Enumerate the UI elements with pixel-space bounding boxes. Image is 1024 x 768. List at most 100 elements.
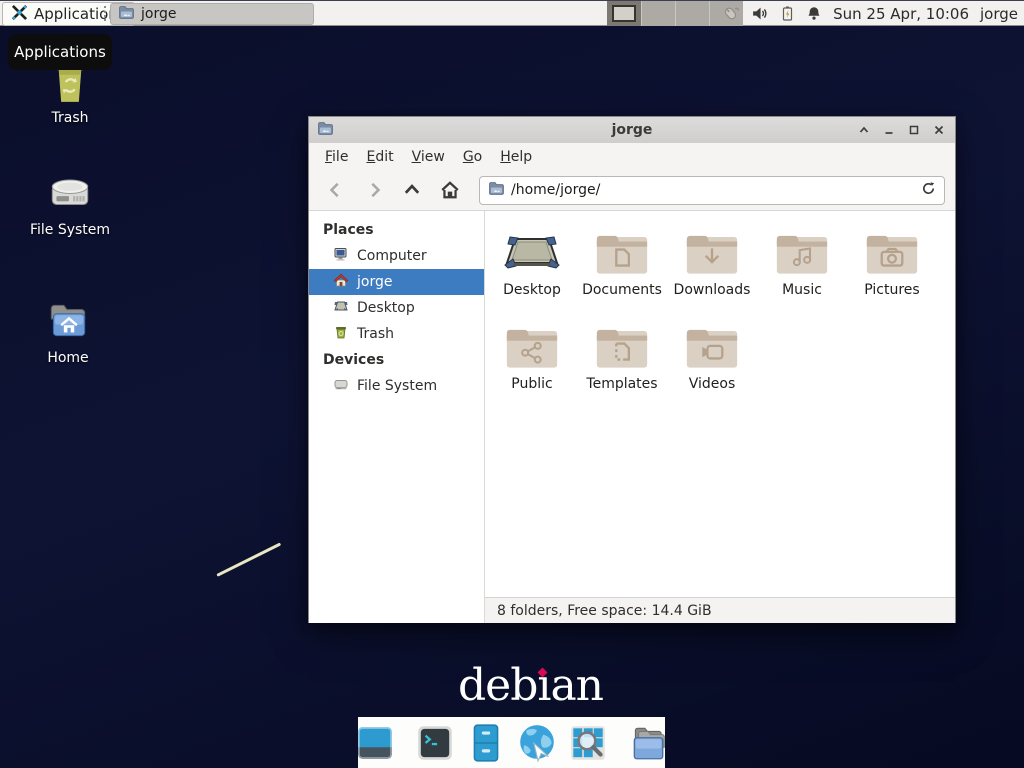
sidebar-item-file-system[interactable]: File System <box>309 373 484 399</box>
sidebar-item-desktop[interactable]: Desktop <box>309 295 484 321</box>
close-button[interactable] <box>931 122 947 138</box>
places-header: Places <box>309 217 484 243</box>
sidebar-item-trash[interactable]: Trash <box>309 321 484 347</box>
debian-wordmark: debıan <box>458 660 603 711</box>
xfce-menu-icon <box>11 4 28 25</box>
desktop-icon-home[interactable]: Home <box>13 296 123 366</box>
desktop-icon-file-system[interactable]: File System <box>15 168 125 238</box>
web-browser-icon[interactable] <box>516 722 558 764</box>
sidebar-item-jorge[interactable]: jorge <box>309 269 484 295</box>
menu-help[interactable]: Help <box>491 146 541 168</box>
folder-item-templates[interactable]: Templates <box>577 323 667 417</box>
wallpaper-line-artifact <box>216 542 281 576</box>
file-manager-window: jorge File Edit View Go Help <box>308 116 956 623</box>
menu-file[interactable]: File <box>316 146 357 168</box>
volume-icon[interactable] <box>751 5 768 22</box>
public-folder-icon <box>487 323 577 371</box>
file-manager-icon[interactable] <box>627 722 669 764</box>
folder-label: Videos <box>667 376 757 392</box>
sidebar-item-computer[interactable]: Computer <box>309 243 484 269</box>
folder-label: Documents <box>577 282 667 298</box>
back-button[interactable] <box>319 175 353 205</box>
devices-header: Devices <box>309 347 484 373</box>
pictures-folder-icon <box>847 229 937 277</box>
menubar: File Edit View Go Help <box>309 143 955 170</box>
forward-button[interactable] <box>357 175 391 205</box>
desktop: Applications jorge <box>0 0 1024 768</box>
sidebar-item-label: File System <box>357 378 437 394</box>
folder-item-desktop[interactable]: Desktop <box>487 229 577 323</box>
workspace-window-thumb <box>612 5 636 22</box>
menu-view[interactable]: View <box>403 146 454 168</box>
brand-text: an <box>550 660 603 711</box>
titlebar[interactable]: jorge <box>309 117 955 143</box>
workspace-3[interactable] <box>675 1 709 26</box>
taskbar-window-button[interactable]: jorge <box>110 3 314 25</box>
applications-tooltip: Applications <box>8 34 112 70</box>
workspace-2[interactable] <box>641 1 675 26</box>
hard-drive-icon <box>15 168 125 218</box>
username-label: jorge <box>980 5 1018 23</box>
folder-label: Pictures <box>847 282 937 298</box>
battery-icon[interactable] <box>779 5 795 22</box>
terminal-icon[interactable] <box>414 722 456 764</box>
desktop-icon-label: File System <box>15 222 125 238</box>
documents-folder-icon <box>577 229 667 277</box>
templates-folder-icon <box>577 323 667 371</box>
path-entry[interactable]: /home/jorge/ <box>479 176 945 205</box>
application-finder-icon[interactable] <box>567 722 609 764</box>
home-folder-icon <box>13 296 123 346</box>
folder-icon <box>118 4 134 24</box>
system-tray: Sun 25 Apr, 10:06 jorge <box>721 1 1018 26</box>
notification-bell-icon[interactable] <box>806 5 822 22</box>
folder-item-pictures[interactable]: Pictures <box>847 229 937 323</box>
up-button[interactable] <box>395 175 429 205</box>
path-text[interactable]: /home/jorge/ <box>511 182 914 198</box>
path-folder-icon <box>488 180 504 200</box>
desktop-icon-label: Home <box>13 350 123 366</box>
sidebar: Places Computer <box>309 211 485 623</box>
videos-folder-icon <box>667 323 757 371</box>
sidebar-item-label: Desktop <box>357 300 415 316</box>
shade-button[interactable] <box>856 122 872 138</box>
trash-icon <box>333 324 349 344</box>
brand-text: deb <box>458 660 537 711</box>
folder-label: Public <box>487 376 577 392</box>
file-cabinet-icon[interactable] <box>465 722 507 764</box>
folder-label: Desktop <box>487 282 577 298</box>
clock[interactable]: Sun 25 Apr, 10:06 <box>833 5 969 23</box>
music-folder-icon <box>757 229 847 277</box>
folder-grid: Desktop Documents <box>485 211 955 417</box>
sidebar-item-label: Trash <box>357 326 394 342</box>
sidebar-item-label: Computer <box>357 248 427 264</box>
folder-label: Templates <box>577 376 667 392</box>
folder-item-music[interactable]: Music <box>757 229 847 323</box>
show-desktop-icon[interactable] <box>354 722 396 764</box>
home-button[interactable] <box>433 175 467 205</box>
folder-item-public[interactable]: Public <box>487 323 577 417</box>
drive-icon <box>333 376 349 396</box>
menu-go[interactable]: Go <box>454 146 491 168</box>
minimize-button[interactable] <box>881 122 897 138</box>
folder-item-downloads[interactable]: Downloads <box>667 229 757 323</box>
computer-icon <box>333 246 349 266</box>
maximize-button[interactable] <box>906 122 922 138</box>
top-panel: Applications jorge <box>0 0 1024 26</box>
toolbar: /home/jorge/ <box>309 170 955 211</box>
desktop-pad-icon <box>487 229 577 277</box>
status-text: 8 folders, Free space: 14.4 GiB <box>497 603 712 619</box>
panel-handle[interactable] <box>104 6 106 21</box>
reload-icon[interactable] <box>921 181 936 200</box>
desktop-icon-label: Trash <box>15 110 125 126</box>
sidebar-item-label: jorge <box>357 274 392 290</box>
home-icon <box>333 272 349 292</box>
folder-item-documents[interactable]: Documents <box>577 229 667 323</box>
folder-label: Downloads <box>667 282 757 298</box>
downloads-folder-icon <box>667 229 757 277</box>
file-view: Desktop Documents <box>485 211 955 623</box>
dock-panel <box>358 717 665 768</box>
menu-edit[interactable]: Edit <box>357 146 402 168</box>
mouse-device-icon[interactable] <box>721 4 740 23</box>
folder-item-videos[interactable]: Videos <box>667 323 757 417</box>
workspace-1[interactable] <box>607 1 641 26</box>
